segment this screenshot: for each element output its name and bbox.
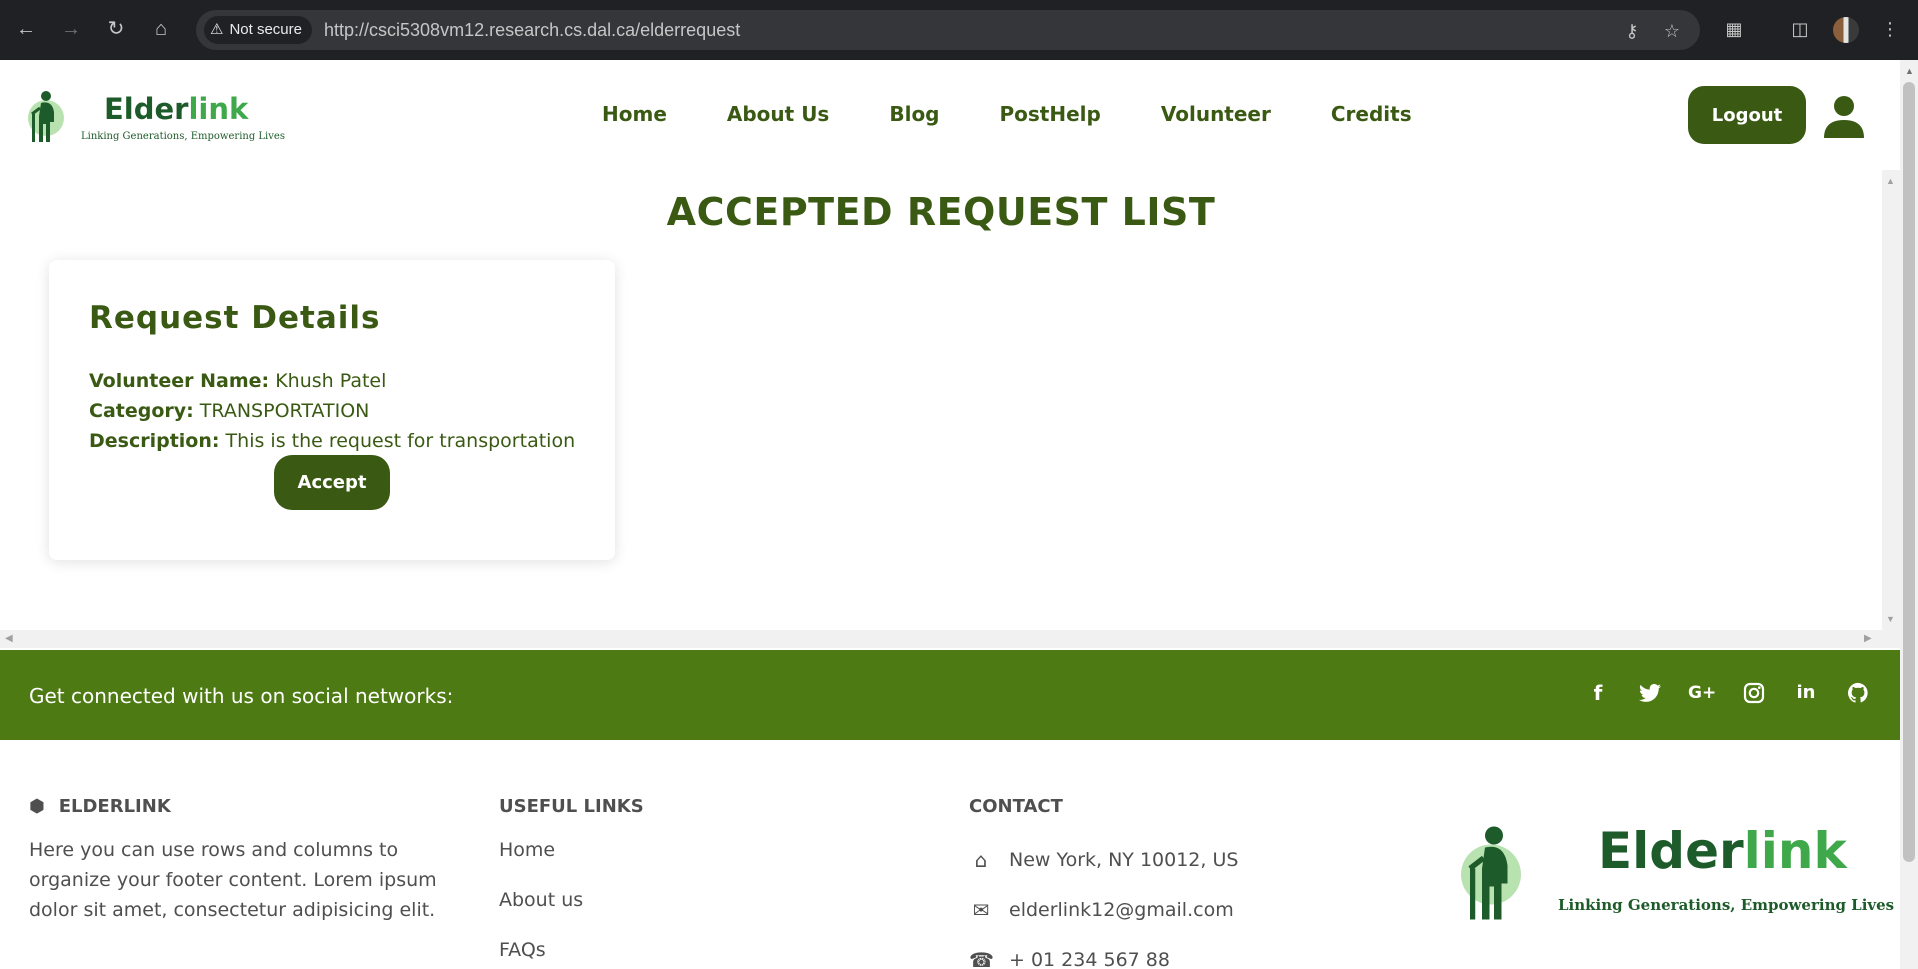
category-label: Category: — [89, 400, 194, 422]
footer-links-heading: USEFUL LINKS — [499, 796, 644, 817]
back-icon[interactable]: ← — [11, 14, 41, 44]
key-icon[interactable]: ⚷ — [1620, 19, 1644, 43]
forward-icon[interactable]: → — [56, 14, 86, 44]
security-label: Not secure — [229, 21, 302, 38]
menu-icon[interactable]: ⋮ — [1876, 15, 1904, 43]
footer-contact-heading: CONTACT — [969, 796, 1063, 817]
reload-icon[interactable]: ↻ — [101, 14, 131, 44]
extensions-icon[interactable]: ▦ — [1720, 15, 1748, 43]
card-heading: Request Details — [89, 300, 381, 336]
footer-link-home[interactable]: Home — [499, 835, 644, 885]
nav-volunteer[interactable]: Volunteer — [1161, 102, 1271, 126]
description-label: Description: — [89, 430, 220, 452]
volunteer-name-value: Khush Patel — [275, 370, 387, 392]
instagram-icon[interactable] — [1740, 678, 1768, 708]
description-row: Description: This is the request for tra… — [89, 430, 575, 452]
footer-brand-heading: ⬢ ELDERLINK — [29, 796, 171, 817]
volunteer-name-label: Volunteer Name: — [89, 370, 270, 392]
footer-logo: Elderlink Linking Generations, Empowerin… — [1458, 818, 1894, 928]
social-band: Get connected with us on social networks… — [0, 650, 1900, 740]
user-icon[interactable] — [1822, 94, 1866, 138]
footer-link-about-us[interactable]: About us — [499, 885, 644, 935]
footer-link-faqs[interactable]: FAQs — [499, 935, 644, 969]
logo-name: Elderlink — [104, 92, 249, 126]
elder-figure-large-icon — [1461, 826, 1521, 920]
footer: ⬢ ELDERLINK Here you can use rows and co… — [0, 740, 1900, 969]
site-header: Elderlink Linking Generations, Empowerin… — [0, 60, 1900, 170]
scroll-right-icon[interactable]: ▶ — [1864, 633, 1872, 644]
category-row: Category: TRANSPORTATION — [89, 400, 369, 422]
contact-email: ✉ elderlink12@gmail.com — [969, 885, 1238, 935]
nav-about-us[interactable]: About Us — [727, 102, 829, 126]
phone-icon: ☎ — [969, 948, 994, 969]
linkedin-icon[interactable]: in — [1792, 678, 1820, 708]
footer-links-column: USEFUL LINKS Home About us FAQs — [499, 796, 644, 969]
volunteer-name-row: Volunteer Name: Khush Patel — [89, 370, 386, 392]
page-scroll-thumb[interactable] — [1903, 82, 1915, 862]
page-title: ACCEPTED REQUEST LIST — [666, 190, 1216, 234]
scroll-left-icon[interactable]: ◀ — [5, 633, 13, 644]
footer-contact-column: CONTACT ⌂ New York, NY 10012, US ✉ elder… — [969, 796, 1238, 969]
address-bar[interactable]: ⚠ Not secure http://csci5308vm12.researc… — [196, 10, 1700, 50]
contact-phone: ☎ + 01 234 567 88 — [969, 935, 1238, 969]
request-card: Request Details Volunteer Name: Khush Pa… — [49, 260, 615, 560]
main-nav: Home About Us Blog PostHelp Volunteer Cr… — [602, 102, 1412, 126]
nav-home[interactable]: Home — [602, 102, 667, 126]
footer-logo-tagline: Linking Generations, Empowering Lives — [1558, 896, 1895, 914]
footer-logo-name: Elderlink — [1598, 822, 1847, 880]
home-icon[interactable]: ⌂ — [146, 14, 176, 44]
url-text[interactable]: http://csci5308vm12.research.cs.dal.ca/e… — [324, 10, 740, 50]
accept-button[interactable]: Accept — [274, 455, 390, 510]
elder-figure-icon — [28, 91, 64, 142]
logout-button[interactable]: Logout — [1688, 86, 1806, 144]
star-icon[interactable]: ☆ — [1660, 19, 1684, 43]
home-icon: ⌂ — [974, 848, 988, 872]
content-horizontal-scrollbar[interactable]: ◀ ▶ — [0, 630, 1900, 648]
nav-posthelp[interactable]: PostHelp — [1000, 102, 1101, 126]
logo-tagline: Linking Generations, Empowering Lives — [81, 131, 285, 142]
social-icons: f G+ in — [1584, 678, 1872, 708]
footer-brand-column: ⬢ ELDERLINK Here you can use rows and co… — [29, 796, 469, 925]
browser-toolbar: ← → ↻ ⌂ ⚠ Not secure http://csci5308vm12… — [0, 0, 1918, 60]
warning-icon: ⚠ — [210, 21, 224, 38]
content-vertical-scrollbar[interactable]: ▲ ▼ — [1882, 170, 1900, 630]
logo[interactable]: Elderlink Linking Generations, Empowerin… — [24, 86, 285, 146]
facebook-icon[interactable]: f — [1584, 678, 1612, 708]
nav-credits[interactable]: Credits — [1331, 102, 1412, 126]
twitter-icon[interactable] — [1636, 678, 1664, 708]
page-scroll-up-icon[interactable]: ▲ — [1905, 66, 1914, 76]
contact-address: ⌂ New York, NY 10012, US — [969, 835, 1239, 885]
github-icon[interactable] — [1844, 678, 1872, 708]
google-plus-icon[interactable]: G+ — [1688, 678, 1716, 708]
footer-brand-text: Here you can use rows and columns to org… — [29, 839, 437, 921]
security-chip[interactable]: ⚠ Not secure — [204, 16, 312, 44]
category-value: TRANSPORTATION — [199, 400, 370, 422]
scroll-down-icon[interactable]: ▼ — [1886, 614, 1895, 624]
main-content: ACCEPTED REQUEST LIST Request Details Vo… — [0, 170, 1882, 630]
social-text: Get connected with us on social networks… — [29, 684, 454, 708]
page-scrollbar[interactable]: ▲ — [1900, 60, 1918, 969]
side-panel-icon[interactable]: ◫ — [1786, 15, 1814, 43]
cube-icon: ⬢ — [29, 796, 45, 817]
nav-blog[interactable]: Blog — [889, 102, 939, 126]
scroll-up-icon[interactable]: ▲ — [1886, 176, 1895, 186]
envelope-icon: ✉ — [972, 898, 990, 922]
description-value: This is the request for transportation — [225, 430, 576, 452]
profile-avatar[interactable] — [1833, 17, 1859, 43]
